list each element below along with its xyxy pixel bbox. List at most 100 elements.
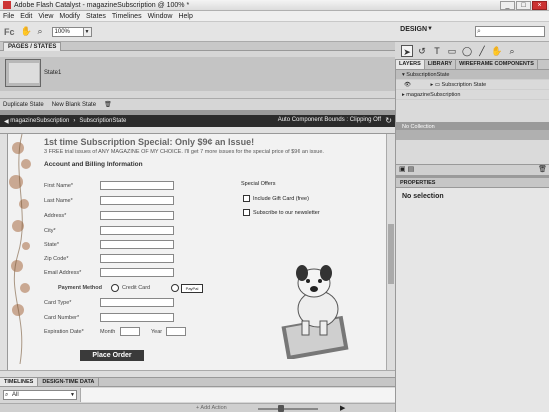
address-field[interactable] xyxy=(100,211,174,220)
select-arrow-icon[interactable]: ➤ xyxy=(401,44,413,57)
expiration-label: Expiration Date* xyxy=(44,329,84,335)
bulldog-image xyxy=(281,265,349,359)
zoom-icon[interactable]: ⌕ xyxy=(506,45,518,57)
folder-icon: ▭ xyxy=(434,82,441,88)
layer-row[interactable]: ▾ SubscriptionState xyxy=(396,70,549,80)
timeline-slider-handle[interactable] xyxy=(278,405,284,412)
window-titlebar: Adobe Flash Catalyst - magazineSubscript… xyxy=(0,0,549,11)
section-title: Account and Billing Information xyxy=(44,161,143,168)
main-toolbar: Fc ✋ ⌕ 100% ▼ DESIGN ▼ ⌕ xyxy=(0,22,549,42)
hand-icon[interactable]: ✋ xyxy=(491,45,503,57)
city-field[interactable] xyxy=(100,226,174,235)
menu-help[interactable]: Help xyxy=(178,13,192,20)
newsletter-checkbox[interactable] xyxy=(243,209,250,216)
text-tool-icon[interactable]: T xyxy=(431,45,443,57)
refresh-icon[interactable]: ↻ xyxy=(385,116,392,125)
menu-view[interactable]: View xyxy=(38,13,53,20)
maximize-button[interactable]: □ xyxy=(516,1,531,10)
tab-timelines[interactable]: TIMELINES xyxy=(0,378,39,386)
zoom-icon[interactable]: ⌕ xyxy=(35,26,46,37)
state-field[interactable] xyxy=(100,240,174,249)
paypal-radio[interactable] xyxy=(171,284,179,292)
layers-panel: LAYERS LIBRARY WIREFRAME COMPONENTS ▾ Su… xyxy=(395,60,549,175)
payment-method-label: Payment Method xyxy=(58,285,103,291)
line-tool-icon[interactable]: ╱ xyxy=(476,45,488,57)
duplicate-state-button[interactable]: Duplicate State xyxy=(3,102,44,108)
ruler-horizontal xyxy=(0,127,395,134)
email-field[interactable] xyxy=(100,268,174,277)
menu-modify[interactable]: Modify xyxy=(59,13,80,20)
place-order-button[interactable]: Place Order xyxy=(80,350,144,361)
scrollbar-thumb[interactable] xyxy=(388,224,394,284)
trash-icon[interactable]: 🗑 xyxy=(104,101,112,108)
eye-icon[interactable]: 👁 xyxy=(404,82,411,88)
pages-states-panel: PAGES / STATES State1 Duplicate State Ne… xyxy=(0,42,395,110)
layers-tabbar: LAYERS LIBRARY WIREFRAME COMPONENTS xyxy=(396,60,549,70)
card-number-field[interactable] xyxy=(100,313,174,322)
artboard[interactable]: 1st time Subscription Special: Only $9¢ … xyxy=(8,134,386,370)
search-icon: ⌕ xyxy=(477,28,481,35)
menu-window[interactable]: Window xyxy=(148,13,173,20)
credit-card-radio[interactable] xyxy=(111,284,119,292)
state-thumbnail[interactable] xyxy=(5,59,41,87)
rotate-icon[interactable]: ↺ xyxy=(416,45,428,57)
timelines-panel: TIMELINES DESIGN-TIME DATA ⌕ All ▼ + Add… xyxy=(0,377,395,412)
new-layer-icon[interactable]: ▣ xyxy=(399,166,406,173)
search-input[interactable]: ⌕ xyxy=(475,26,545,37)
add-action-button[interactable]: + Add Action xyxy=(196,405,227,411)
play-icon[interactable]: ▶ xyxy=(340,404,345,412)
layer-row[interactable]: 👁 ▸ ▭ Subscription State xyxy=(396,80,549,90)
trash-icon[interactable]: 🗑 xyxy=(538,165,547,173)
layer-row[interactable]: ▸ magazineSubscription xyxy=(396,90,549,100)
tab-design-time-data[interactable]: DESIGN-TIME DATA xyxy=(38,378,100,386)
gift-card-checkbox[interactable] xyxy=(243,195,250,202)
tab-pages-states[interactable]: PAGES / STATES xyxy=(3,42,62,51)
canvas-header: ◀ magazineSubscription › SubscriptionSta… xyxy=(0,115,395,127)
menu-states[interactable]: States xyxy=(86,13,106,20)
tab-layers[interactable]: LAYERS xyxy=(396,60,425,69)
city-label: City* xyxy=(44,228,56,234)
menu-file[interactable]: File xyxy=(3,13,14,20)
ellipse-tool-icon[interactable]: ◯ xyxy=(461,45,473,57)
chevron-down-icon[interactable]: ▼ xyxy=(83,26,92,37)
vertical-scrollbar[interactable] xyxy=(386,134,395,370)
hand-icon[interactable]: ✋ xyxy=(21,26,32,37)
workspace-label[interactable]: DESIGN xyxy=(400,26,427,33)
minimize-button[interactable]: _ xyxy=(500,1,515,10)
menu-edit[interactable]: Edit xyxy=(20,13,32,20)
close-button[interactable]: × xyxy=(532,1,547,10)
breadcrumb-root[interactable]: magazineSubscription xyxy=(10,118,69,124)
month-label: Month xyxy=(100,329,116,335)
rectangle-tool-icon[interactable]: ▭ xyxy=(446,45,458,57)
pages-tabbar: PAGES / STATES xyxy=(0,42,395,51)
new-blank-state-button[interactable]: New Blank State xyxy=(52,102,96,108)
new-sublayer-icon[interactable]: ▤ xyxy=(408,166,415,173)
zoom-level-field[interactable]: 100% xyxy=(51,26,84,37)
timeline-strip[interactable] xyxy=(80,388,395,402)
timeline-controls: + Add Action ▶ xyxy=(0,403,395,412)
breadcrumb-state[interactable]: SubscriptionState xyxy=(79,118,126,124)
month-field[interactable] xyxy=(120,327,140,336)
last-name-field[interactable] xyxy=(100,196,174,205)
horizontal-scrollbar[interactable] xyxy=(0,370,395,377)
tab-wireframe-components[interactable]: WIREFRAME COMPONENTS xyxy=(456,60,538,69)
email-label: Email Address* xyxy=(44,270,82,276)
window-title: Adobe Flash Catalyst - magazineSubscript… xyxy=(14,1,190,9)
first-name-field[interactable] xyxy=(100,181,174,190)
timeline-filter-select[interactable]: ⌕ All ▼ xyxy=(3,390,77,400)
chevron-down-icon[interactable]: ▼ xyxy=(427,26,433,32)
layer-name: magazineSubscription xyxy=(406,92,461,98)
expand-arrow-icon[interactable]: ▸ xyxy=(431,82,434,88)
state-name[interactable]: State1 xyxy=(44,70,61,76)
menu-timelines[interactable]: Timelines xyxy=(112,13,142,20)
tab-library[interactable]: LIBRARY xyxy=(425,60,457,69)
thumbnail-preview xyxy=(9,63,39,83)
tab-properties[interactable]: PROPERTIES xyxy=(396,178,549,188)
first-name-label: First Name* xyxy=(44,183,74,189)
newsletter-label: Subscribe to our newsletter xyxy=(253,210,320,216)
year-field[interactable] xyxy=(166,327,186,336)
gift-card-label: Include Gift Card (free) xyxy=(253,196,309,202)
timeline-slider-track[interactable] xyxy=(258,408,318,410)
zip-code-field[interactable] xyxy=(100,254,174,263)
card-type-field[interactable] xyxy=(100,298,174,307)
